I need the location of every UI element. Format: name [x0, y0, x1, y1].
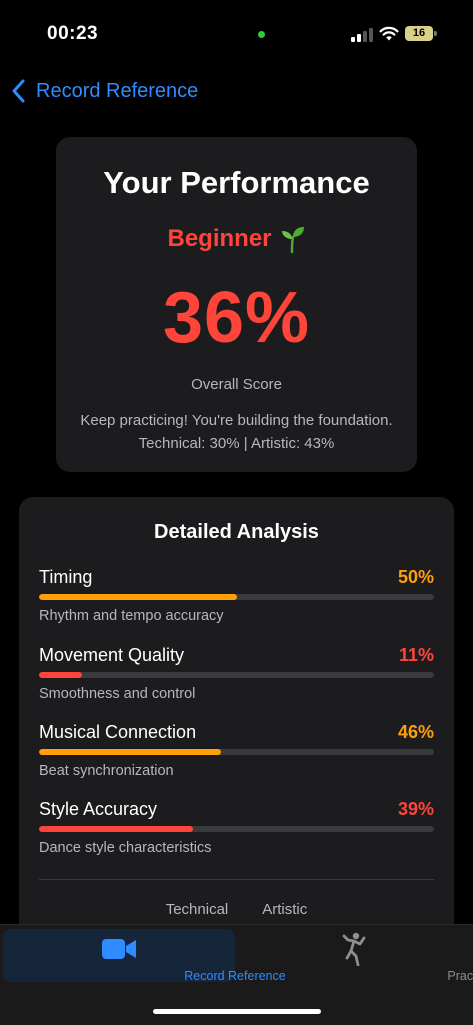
- performance-card: Your Performance Beginner 36% Overall Sc…: [56, 137, 417, 472]
- metric-style-accuracy: Style Accuracy 39% Dance style character…: [39, 799, 434, 863]
- metric-progress-fill: [39, 594, 237, 600]
- overall-score-value: 36%: [162, 278, 311, 358]
- battery-indicator: 16: [405, 26, 433, 41]
- status-indicator-dot: [258, 31, 265, 38]
- divider: [39, 879, 434, 880]
- battery-cap: [434, 31, 437, 36]
- back-button[interactable]: Record Reference: [10, 76, 198, 106]
- metric-description: Smoothness and control: [39, 686, 196, 702]
- metric-progress-fill: [39, 749, 221, 755]
- video-camera-icon: [102, 939, 136, 959]
- overall-score-label: Overall Score: [191, 376, 282, 393]
- metric-description: Dance style characteristics: [39, 840, 212, 856]
- analysis-title: Detailed Analysis: [154, 521, 319, 543]
- tab-record-reference[interactable]: Record Reference: [3, 929, 286, 983]
- tab-artistic[interactable]: Artistic: [262, 901, 307, 918]
- tab-label: Practice: [447, 969, 473, 983]
- metric-name: Style Accuracy: [39, 799, 158, 819]
- analysis-sub-tabs: Technical Artistic: [19, 901, 454, 918]
- metric-progress-track: [39, 672, 434, 678]
- metric-name: Musical Connection: [39, 722, 197, 742]
- metric-value: 11%: [398, 645, 434, 665]
- score-breakdown: Technical: 30% | Artistic: 43%: [138, 435, 335, 452]
- home-indicator[interactable]: [153, 1009, 321, 1014]
- seedling-icon: [281, 227, 304, 253]
- metric-description: Rhythm and tempo accuracy: [39, 608, 224, 624]
- tab-practice[interactable]: Practice: [238, 929, 473, 983]
- dancer-icon: [342, 932, 366, 966]
- metric-value: 39%: [397, 799, 434, 819]
- cellular-signal-icon: [351, 27, 373, 42]
- metric-movement-quality: Movement Quality 11% Smoothness and cont…: [39, 645, 434, 709]
- metric-progress-fill: [39, 672, 83, 678]
- status-bar: 00:23 16: [0, 0, 473, 70]
- metric-timing: Timing 50% Rhythm and tempo accuracy: [39, 567, 434, 631]
- metric-description: Beat synchronization: [39, 763, 174, 779]
- metric-name: Timing: [39, 567, 93, 587]
- encouragement-message: Keep practicing! You're building the fou…: [80, 412, 393, 429]
- performance-title: Your Performance: [103, 165, 370, 200]
- metric-progress-track: [39, 826, 434, 832]
- metric-name: Movement Quality: [39, 645, 185, 665]
- level-badge: Beginner: [56, 225, 417, 253]
- metric-value: 46%: [397, 722, 434, 742]
- chevron-left-icon: [12, 79, 25, 103]
- metric-progress-track: [39, 749, 434, 755]
- tab-technical[interactable]: Technical: [166, 901, 229, 918]
- metric-value: 50%: [397, 567, 434, 587]
- metric-progress-track: [39, 594, 434, 600]
- status-time: 00:23: [47, 23, 99, 44]
- detailed-analysis-card[interactable]: Detailed Analysis Timing 50% Rhythm and …: [19, 497, 454, 937]
- metric-musical-connection: Musical Connection 46% Beat synchronizat…: [39, 722, 434, 786]
- wifi-icon: [379, 26, 399, 41]
- level-label: Beginner: [167, 225, 272, 252]
- back-button-label: Record Reference: [36, 79, 199, 102]
- battery-level: 16: [412, 27, 426, 39]
- metric-progress-fill: [39, 826, 194, 832]
